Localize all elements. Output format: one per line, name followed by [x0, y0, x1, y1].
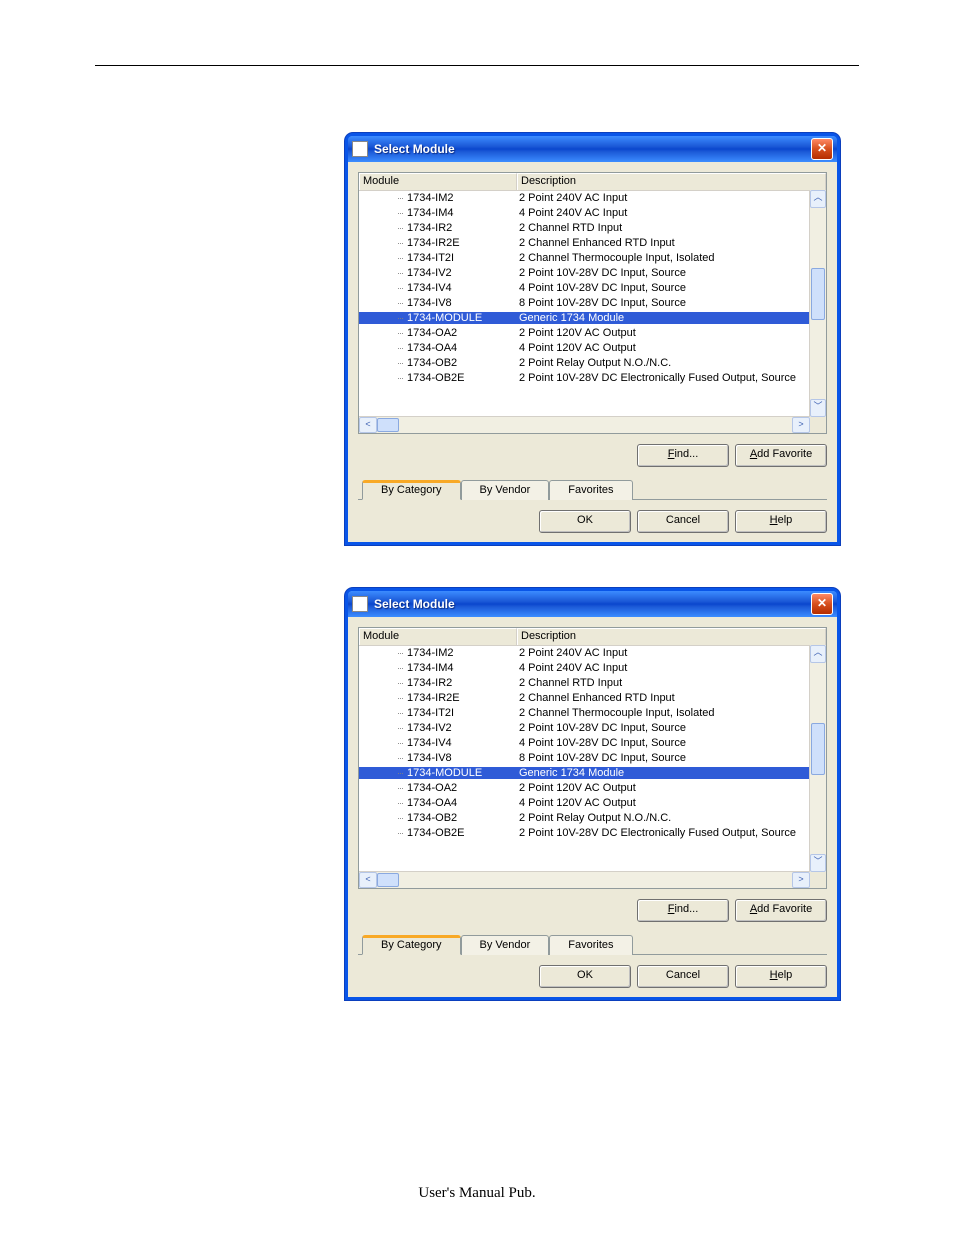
list-item[interactable]: ···1734-IR2E2 Channel Enhanced RTD Input — [359, 690, 810, 705]
list-item[interactable]: ···1734-OA44 Point 120V AC Output — [359, 340, 810, 355]
horizontal-scrollbar[interactable]: < > — [359, 416, 810, 433]
tab-by-vendor[interactable]: By Vendor — [461, 480, 550, 500]
column-header-module[interactable]: Module — [359, 628, 517, 645]
list-item[interactable]: ···1734-IR22 Channel RTD Input — [359, 220, 810, 235]
tab-by-category[interactable]: By Category — [362, 480, 461, 500]
app-icon — [352, 596, 368, 612]
scroll-right-icon[interactable]: > — [792, 417, 810, 433]
app-icon — [352, 141, 368, 157]
module-list: Module Description ···1734-IM22 Point 24… — [358, 172, 827, 434]
list-item[interactable]: ···1734-IT2I2 Channel Thermocouple Input… — [359, 705, 810, 720]
list-item[interactable]: ···1734-OB2E2 Point 10V-28V DC Electroni… — [359, 370, 810, 385]
find-button[interactable]: Find... — [637, 899, 729, 922]
scroll-up-icon[interactable]: ︿ — [810, 190, 826, 208]
horizontal-scrollbar[interactable]: < > — [359, 871, 810, 888]
cancel-button[interactable]: Cancel — [637, 965, 729, 988]
list-body[interactable]: ···1734-IM22 Point 240V AC Input···1734-… — [359, 190, 810, 417]
page-footer: User's Manual Pub. — [0, 1185, 954, 1202]
column-header-module[interactable]: Module — [359, 173, 517, 190]
list-item[interactable]: ···1734-IM44 Point 240V AC Input — [359, 660, 810, 675]
close-icon[interactable]: ✕ — [811, 593, 833, 615]
tab-by-vendor[interactable]: By Vendor — [461, 935, 550, 955]
scroll-left-icon[interactable]: < — [359, 872, 377, 888]
list-item[interactable]: ···1734-IV88 Point 10V-28V DC Input, Sou… — [359, 295, 810, 310]
window-title: Select Module — [374, 597, 811, 611]
list-item[interactable]: ···1734-IM22 Point 240V AC Input — [359, 190, 810, 205]
list-item[interactable]: ···1734-IV44 Point 10V-28V DC Input, Sou… — [359, 735, 810, 750]
tab-favorites[interactable]: Favorites — [549, 480, 632, 500]
list-item[interactable]: ···1734-OA22 Point 120V AC Output — [359, 325, 810, 340]
scroll-thumb[interactable] — [811, 723, 825, 775]
add-favorite-button[interactable]: Add Favorite — [735, 444, 827, 467]
list-body[interactable]: ···1734-IM22 Point 240V AC Input···1734-… — [359, 645, 810, 872]
list-item[interactable]: ···1734-OB2E2 Point 10V-28V DC Electroni… — [359, 825, 810, 840]
help-button[interactable]: Help — [735, 965, 827, 988]
scroll-down-icon[interactable]: ﹀ — [810, 854, 826, 872]
scroll-corner — [810, 417, 826, 433]
tab-strip: By Category By Vendor Favorites — [358, 479, 827, 500]
ok-button[interactable]: OK — [539, 965, 631, 988]
column-header-description[interactable]: Description — [517, 173, 826, 190]
vertical-scrollbar[interactable]: ︿ ﹀ — [809, 645, 826, 872]
column-header-description[interactable]: Description — [517, 628, 826, 645]
list-item[interactable]: ···1734-OB22 Point Relay Output N.O./N.C… — [359, 355, 810, 370]
tab-strip: By Category By Vendor Favorites — [358, 934, 827, 955]
list-item[interactable]: ···1734-IV22 Point 10V-28V DC Input, Sou… — [359, 265, 810, 280]
titlebar: Select Module ✕ — [348, 136, 837, 162]
select-module-dialog: Select Module ✕ Module Description ···17… — [345, 588, 840, 1000]
scroll-corner — [810, 872, 826, 888]
help-button[interactable]: Help — [735, 510, 827, 533]
list-item[interactable]: ···1734-MODULEGeneric 1734 Module — [359, 765, 810, 780]
select-module-dialog: Select Module ✕ Module Description ···17… — [345, 133, 840, 545]
page-divider — [95, 65, 859, 66]
module-list: Module Description ···1734-IM22 Point 24… — [358, 627, 827, 889]
add-favorite-button[interactable]: Add Favorite — [735, 899, 827, 922]
tab-by-category[interactable]: By Category — [362, 935, 461, 955]
list-item[interactable]: ···1734-IT2I2 Channel Thermocouple Input… — [359, 250, 810, 265]
list-item[interactable]: ···1734-IM44 Point 240V AC Input — [359, 205, 810, 220]
window-title: Select Module — [374, 142, 811, 156]
ok-button[interactable]: OK — [539, 510, 631, 533]
close-icon[interactable]: ✕ — [811, 138, 833, 160]
list-item[interactable]: ···1734-IM22 Point 240V AC Input — [359, 645, 810, 660]
hscroll-thumb[interactable] — [377, 418, 399, 432]
scroll-thumb[interactable] — [811, 268, 825, 320]
list-item[interactable]: ···1734-IV44 Point 10V-28V DC Input, Sou… — [359, 280, 810, 295]
cancel-button[interactable]: Cancel — [637, 510, 729, 533]
vertical-scrollbar[interactable]: ︿ ﹀ — [809, 190, 826, 417]
list-item[interactable]: ···1734-MODULEGeneric 1734 Module — [359, 310, 810, 325]
list-item[interactable]: ···1734-IR22 Channel RTD Input — [359, 675, 810, 690]
titlebar: Select Module ✕ — [348, 591, 837, 617]
scroll-up-icon[interactable]: ︿ — [810, 645, 826, 663]
list-item[interactable]: ···1734-OA44 Point 120V AC Output — [359, 795, 810, 810]
list-item[interactable]: ···1734-IV22 Point 10V-28V DC Input, Sou… — [359, 720, 810, 735]
list-item[interactable]: ···1734-OB22 Point Relay Output N.O./N.C… — [359, 810, 810, 825]
list-item[interactable]: ···1734-OA22 Point 120V AC Output — [359, 780, 810, 795]
list-item[interactable]: ···1734-IR2E2 Channel Enhanced RTD Input — [359, 235, 810, 250]
scroll-left-icon[interactable]: < — [359, 417, 377, 433]
scroll-down-icon[interactable]: ﹀ — [810, 399, 826, 417]
list-item[interactable]: ···1734-IV88 Point 10V-28V DC Input, Sou… — [359, 750, 810, 765]
hscroll-thumb[interactable] — [377, 873, 399, 887]
scroll-right-icon[interactable]: > — [792, 872, 810, 888]
tab-favorites[interactable]: Favorites — [549, 935, 632, 955]
find-button[interactable]: Find... — [637, 444, 729, 467]
